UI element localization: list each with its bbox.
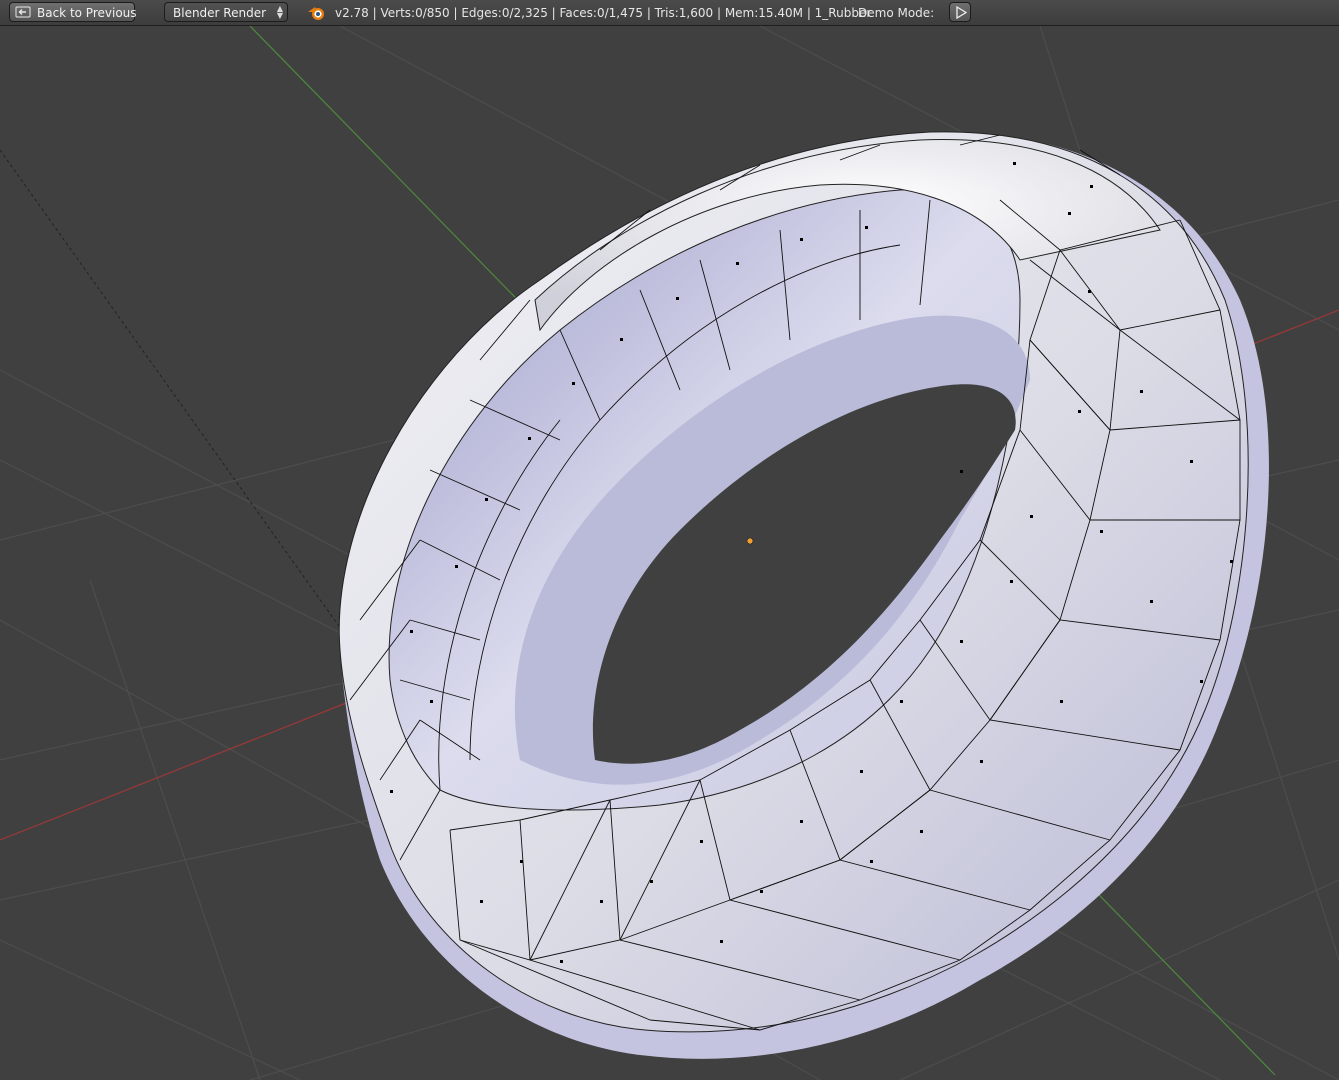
3d-viewport[interactable] — [0, 26, 1339, 1080]
render-engine-dropdown[interactable]: Blender Render ▲ ▼ — [164, 2, 288, 22]
scene-statistics: v2.78 | Verts:0/850 | Edges:0/2,325 | Fa… — [335, 6, 872, 20]
render-engine-label: Blender Render — [173, 6, 267, 20]
viewport-canvas — [0, 26, 1339, 1080]
back-to-previous-label: Back to Previous — [37, 6, 137, 20]
back-to-previous-button[interactable]: Back to Previous — [9, 2, 137, 22]
header-bar: Back to Previous Blender Render ▲ ▼ v2.78… — [0, 0, 1339, 26]
demo-mode-label: Demo Mode: — [858, 6, 935, 20]
demo-play-button[interactable] — [949, 2, 971, 22]
object-origin — [746, 537, 754, 545]
back-arrow-icon — [15, 6, 31, 18]
play-icon — [956, 6, 967, 19]
updown-arrows-icon: ▲ ▼ — [276, 4, 283, 20]
blender-logo-icon — [308, 7, 324, 20]
